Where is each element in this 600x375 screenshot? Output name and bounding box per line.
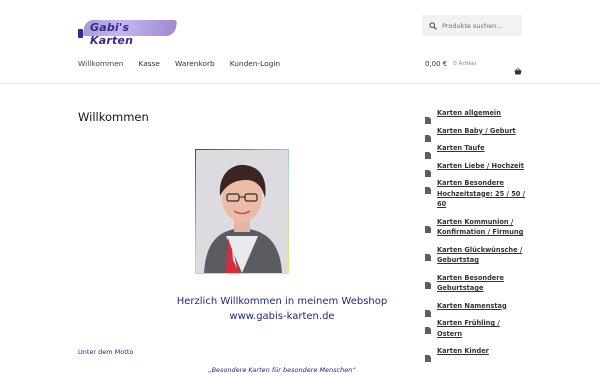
welcome-text: Herzlich Willkommen in meinem Webshop ww…: [120, 294, 444, 324]
document-icon: [425, 144, 431, 159]
category-link[interactable]: Karten Glückwünsche / Geburtstag: [437, 245, 527, 266]
document-icon: [425, 218, 431, 233]
sidebar-item: Karten Liebe / Hochzeit: [425, 161, 527, 177]
sidebar-item: Karten allgemein: [425, 108, 527, 124]
product-search[interactable]: [422, 15, 522, 36]
website-url: www.gabis-karten.de: [229, 311, 335, 322]
sidebar-item: Karten Kinder: [425, 346, 527, 362]
logo-text: Gabi's Karten: [90, 21, 134, 47]
category-link[interactable]: Karten Besondere Hochzeitstage: 25 / 50 …: [437, 178, 527, 210]
sidebar-item: Karten Glückwünsche / Geburtstag: [425, 245, 527, 266]
document-icon: [425, 347, 431, 362]
header-cart[interactable]: 0,00 € 0 Artikel: [425, 59, 522, 75]
cart-amount: 0,00 €: [425, 60, 448, 68]
document-icon: [425, 319, 431, 334]
nav-item-willkommen[interactable]: Willkommen: [78, 59, 123, 68]
document-icon: [425, 302, 431, 317]
category-link[interactable]: Karten Frühling / Ostern: [437, 318, 527, 339]
document-icon: [425, 246, 431, 261]
category-link[interactable]: Karten Kommunion / Konfirmation / Firmun…: [437, 217, 527, 238]
header-divider: [0, 83, 600, 84]
nav-item-kunden-login[interactable]: Kunden-Login: [230, 59, 280, 68]
page-title: Willkommen: [78, 110, 149, 124]
owner-portrait: [195, 149, 289, 274]
document-icon: [425, 162, 431, 177]
sidebar-item: Karten Frühling / Ostern: [425, 318, 527, 339]
category-link[interactable]: Karten allgemein: [437, 108, 527, 119]
motto-label: Unter dem Motto: [78, 348, 134, 356]
document-icon: [425, 179, 431, 194]
nav-item-warenkorb[interactable]: Warenkorb: [175, 59, 215, 68]
sidebar-item: Karten Kommunion / Konfirmation / Firmun…: [425, 217, 527, 238]
motto-text: „Besondere Karten für besondere Menschen…: [208, 366, 356, 374]
welcome-line: Herzlich Willkommen in meinem Webshop: [176, 296, 388, 307]
pencil-icon: [78, 29, 83, 38]
category-link[interactable]: Karten Besondere Geburtstage: [437, 273, 527, 294]
document-icon: [425, 274, 431, 289]
category-link[interactable]: Karten Kinder: [437, 346, 527, 357]
primary-nav: Willkommen Kasse Warenkorb Kunden-Login: [78, 59, 280, 68]
category-link[interactable]: Karten Baby / Geburt: [437, 126, 527, 137]
category-sidebar: Karten allgemein Karten Baby / Geburt Ka…: [425, 108, 527, 364]
sidebar-item: Karten Namenstag: [425, 301, 527, 317]
category-link[interactable]: Karten Taufe: [437, 143, 527, 154]
nav-item-kasse[interactable]: Kasse: [138, 59, 160, 68]
basket-icon: [514, 60, 522, 75]
site-logo[interactable]: Gabi's Karten: [78, 18, 178, 47]
sidebar-item: Karten Baby / Geburt: [425, 126, 527, 142]
category-link[interactable]: Karten Namenstag: [437, 301, 527, 312]
document-icon: [425, 109, 431, 124]
search-input[interactable]: [442, 21, 522, 30]
cart-count: 0 Artikel: [453, 61, 477, 67]
category-link[interactable]: Karten Liebe / Hochzeit: [437, 161, 527, 172]
sidebar-item: Karten Besondere Geburtstage: [425, 273, 527, 294]
document-icon: [425, 127, 431, 142]
sidebar-item: Karten Taufe: [425, 143, 527, 159]
sidebar-item: Karten Besondere Hochzeitstage: 25 / 50 …: [425, 178, 527, 210]
search-icon: [429, 21, 437, 30]
